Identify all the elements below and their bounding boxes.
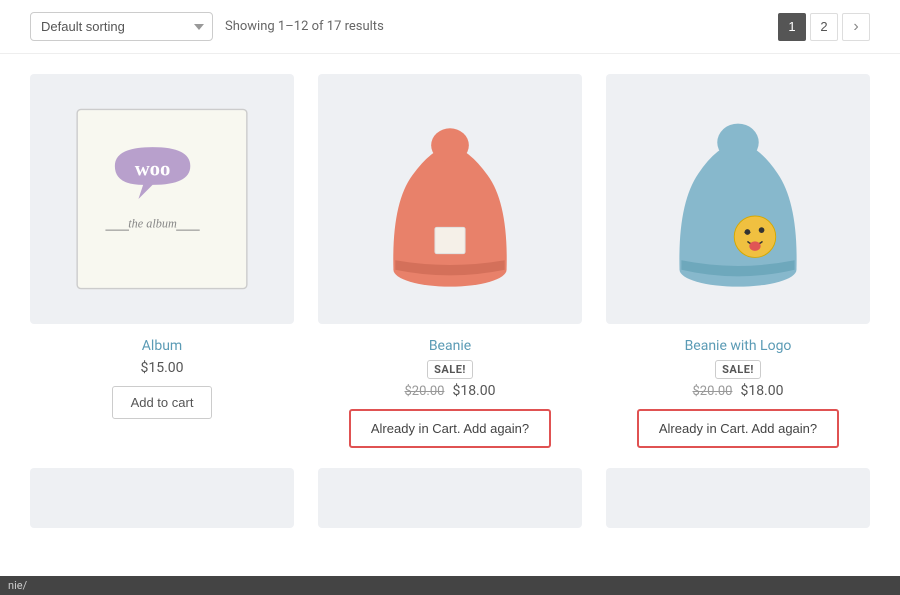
price-wrap-beanie-logo: SALE! $20.00 $18.00 bbox=[692, 360, 783, 399]
price-current-beanie: $18.00 bbox=[452, 383, 495, 399]
add-to-cart-button-album[interactable]: Add to cart bbox=[112, 386, 213, 419]
sale-badge-beanie-logo: SALE! bbox=[715, 360, 761, 379]
price-album: $15.00 bbox=[140, 360, 183, 376]
toolbar: Default sorting Sort by popularity Sort … bbox=[0, 0, 900, 54]
results-text: Showing 1–12 of 17 results bbox=[225, 19, 384, 34]
product-card-beanie-logo: Beanie with Logo SALE! $20.00 $18.00 Alr… bbox=[606, 74, 870, 448]
product-image-beanie[interactable] bbox=[318, 74, 582, 324]
already-in-cart-button-beanie-logo[interactable]: Already in Cart. Add again? bbox=[637, 409, 839, 448]
price-wrap-album: $15.00 bbox=[140, 360, 183, 376]
svg-text:woo: woo bbox=[135, 158, 171, 180]
product-name-album[interactable]: Album bbox=[142, 338, 182, 354]
product-image-beanie-logo[interactable] bbox=[606, 74, 870, 324]
price-row-beanie-logo: $20.00 $18.00 bbox=[692, 383, 783, 399]
products-grid: woo the album Album $15.00 Add to cart bbox=[0, 54, 900, 468]
product-card-album: woo the album Album $15.00 Add to cart bbox=[30, 74, 294, 448]
product-name-beanie[interactable]: Beanie bbox=[429, 338, 471, 354]
status-bar: nie/ bbox=[0, 576, 900, 595]
bottom-card-2 bbox=[318, 468, 582, 528]
product-name-beanie-logo[interactable]: Beanie with Logo bbox=[685, 338, 792, 354]
bottom-card-1 bbox=[30, 468, 294, 528]
sorting-select[interactable]: Default sorting Sort by popularity Sort … bbox=[30, 12, 213, 41]
price-original-beanie: $20.00 bbox=[404, 384, 444, 399]
already-in-cart-button-beanie[interactable]: Already in Cart. Add again? bbox=[349, 409, 551, 448]
price-wrap-beanie: SALE! $20.00 $18.00 bbox=[404, 360, 495, 399]
price-row-beanie: $20.00 $18.00 bbox=[404, 383, 495, 399]
page-1-button[interactable]: 1 bbox=[778, 13, 806, 41]
sale-badge-beanie: SALE! bbox=[427, 360, 473, 379]
product-card-beanie: Beanie SALE! $20.00 $18.00 Already in Ca… bbox=[318, 74, 582, 448]
product-image-album[interactable]: woo the album bbox=[30, 74, 294, 324]
bottom-row bbox=[0, 468, 900, 548]
price-current-beanie-logo: $18.00 bbox=[740, 383, 783, 399]
price-original-beanie-logo: $20.00 bbox=[692, 384, 732, 399]
svg-text:the album: the album bbox=[128, 216, 177, 230]
next-page-button[interactable]: › bbox=[842, 13, 870, 41]
pagination: 1 2 › bbox=[778, 13, 870, 41]
status-bar-text: nie/ bbox=[8, 579, 27, 592]
bottom-card-3 bbox=[606, 468, 870, 528]
page-2-button[interactable]: 2 bbox=[810, 13, 838, 41]
toolbar-left: Default sorting Sort by popularity Sort … bbox=[30, 12, 384, 41]
